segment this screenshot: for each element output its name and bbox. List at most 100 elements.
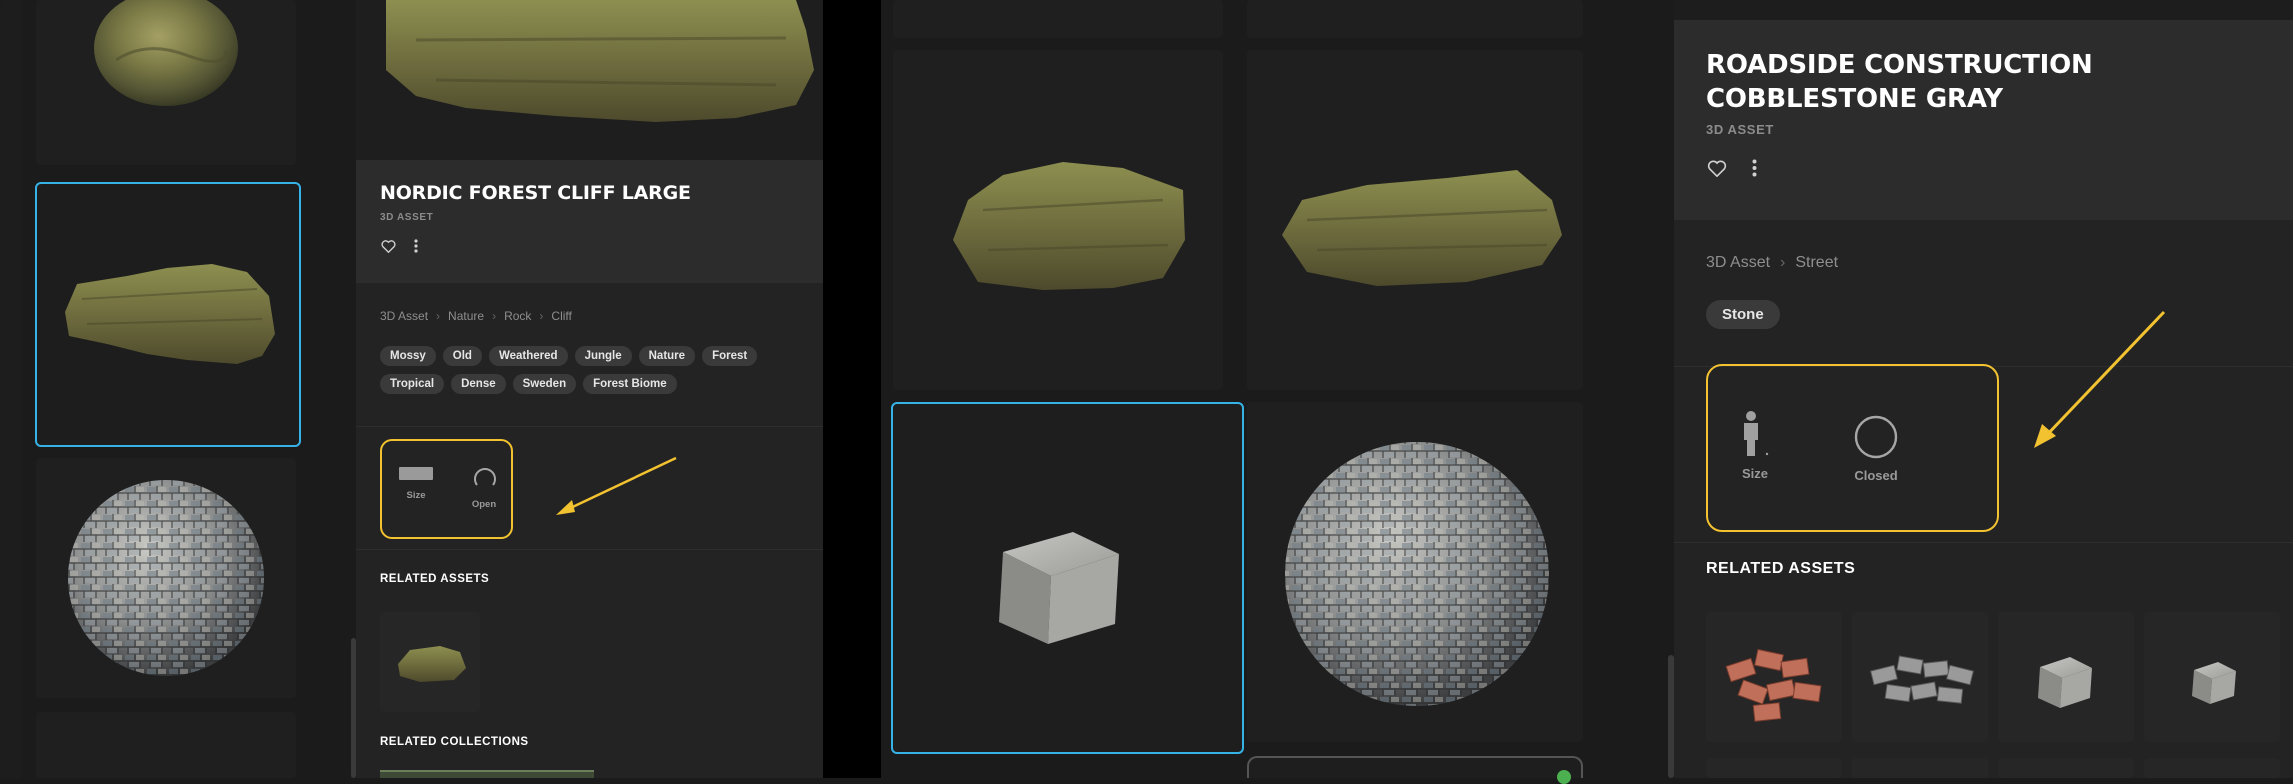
- asset-thumbnail-mossy-boulder[interactable]: [36, 0, 296, 165]
- related-assets-heading: RELATED ASSETS: [1706, 560, 1856, 577]
- tag-chip[interactable]: Tropical: [380, 374, 445, 394]
- tag-chip[interactable]: Jungle: [574, 346, 632, 366]
- asset-title: ROADSIDE CONSTRUCTION COBBLESTONE GRAY: [1706, 50, 2093, 114]
- floating-panel-edge: [1247, 756, 1583, 778]
- tag-chip[interactable]: Nature: [638, 346, 696, 366]
- related-asset-red-bricks[interactable]: [1706, 612, 1842, 742]
- metric-open-label: Open: [471, 499, 497, 510]
- asset-thumbnail-mossy-rock[interactable]: [893, 50, 1223, 390]
- tag-chip[interactable]: Forest Biome: [583, 374, 677, 394]
- left-screen: NORDIC FOREST CLIFF LARGE 3D ASSET 3D As…: [0, 0, 823, 778]
- asset-thumbnail-cobble-sphere[interactable]: [36, 458, 296, 698]
- related-collections-heading: RELATED COLLECTIONS: [380, 736, 529, 748]
- chevron-right-icon: ›: [1780, 254, 1786, 271]
- mossy-rock-image: [953, 162, 1185, 290]
- ruler-bar-icon: [399, 467, 433, 480]
- section-divider: [356, 426, 823, 427]
- tag-chip[interactable]: Weathered: [488, 346, 568, 366]
- breadcrumb: 3D Asset › Street: [1706, 254, 1838, 272]
- right-screen: ROADSIDE CONSTRUCTION COBBLESTONE GRAY 3…: [881, 0, 2293, 784]
- asset-header: NORDIC FOREST CLIFF LARGE 3D ASSET: [356, 160, 823, 283]
- chevron-right-icon: ›: [492, 309, 497, 323]
- metric-size-label: Size: [406, 490, 426, 501]
- asset-title: NORDIC FOREST CLIFF LARGE: [380, 182, 691, 204]
- asset-thumbnail-top-left[interactable]: [893, 0, 1223, 38]
- related-asset-stone-cube[interactable]: [1998, 612, 2134, 742]
- tag-chip[interactable]: Dense: [451, 374, 506, 394]
- asset-thumbnail-cobble-sphere-large[interactable]: [1247, 402, 1583, 742]
- asset-thumbnail-empty[interactable]: [36, 712, 296, 778]
- related-asset-thumbnail[interactable]: [380, 612, 480, 712]
- related-assets-heading: RELATED ASSETS: [380, 573, 490, 585]
- related-asset-gray-bricks[interactable]: [1852, 612, 1988, 742]
- chevron-right-icon: ›: [539, 309, 544, 323]
- metrics-highlight-box: Size Closed: [1706, 364, 1999, 532]
- related-asset-row2-1[interactable]: [1706, 758, 1842, 778]
- arrow-annotation: [556, 456, 677, 515]
- metrics-highlight-box: Size Open: [380, 439, 513, 539]
- related-asset-stone-cube-small[interactable]: [2144, 612, 2280, 742]
- related-cliff-image: [398, 646, 466, 682]
- tag-chip[interactable]: Stone: [1706, 300, 1780, 329]
- related-collection-thumbnail[interactable]: [380, 770, 594, 778]
- section-divider: [356, 549, 823, 550]
- asset-preview: [356, 0, 823, 160]
- closed-circle-icon: [1854, 415, 1898, 459]
- asset-thumbnail-nordic-cliff-selected[interactable]: [35, 182, 301, 447]
- tag-chip[interactable]: Forest: [702, 346, 758, 366]
- metric-size-label: Size: [1741, 466, 1768, 481]
- metric-size: Size: [396, 467, 436, 501]
- asset-detail-panel: NORDIC FOREST CLIFF LARGE 3D ASSET 3D As…: [356, 0, 823, 778]
- asset-type-label: 3D ASSET: [1706, 122, 1774, 137]
- breadcrumb-item-nature[interactable]: Nature: [448, 309, 484, 323]
- breadcrumb: 3D Asset › Nature › Rock › Cliff: [380, 309, 572, 323]
- section-divider: [1674, 542, 2293, 543]
- favorite-heart-icon[interactable]: [378, 236, 398, 256]
- open-circle-icon: [474, 468, 496, 486]
- mossy-boulder-image: [94, 0, 238, 106]
- breadcrumb-item-street[interactable]: Street: [1795, 254, 1838, 272]
- breadcrumb-item-rock[interactable]: Rock: [504, 309, 531, 323]
- moss-cliff-image: [1282, 170, 1562, 286]
- status-dot-icon: [1557, 770, 1571, 784]
- metric-closed-label: Closed: [1854, 468, 1898, 483]
- more-options-icon[interactable]: [1744, 155, 1764, 181]
- cliff-preview-image: [386, 0, 814, 122]
- tag-chip[interactable]: Old: [442, 346, 482, 366]
- related-asset-row2-4[interactable]: [2144, 758, 2280, 778]
- asset-type-label: 3D ASSET: [380, 212, 434, 223]
- cobble-sphere-image: [68, 480, 264, 676]
- stone-cube-small-image: [2192, 662, 2236, 704]
- asset-detail-panel: ROADSIDE CONSTRUCTION COBBLESTONE GRAY 3…: [1674, 0, 2293, 778]
- stone-cube-image: [2038, 657, 2092, 708]
- favorite-heart-icon[interactable]: [1704, 155, 1730, 181]
- tag-chip[interactable]: Sweden: [512, 374, 577, 394]
- metric-size: Size: [1730, 410, 1780, 481]
- tag-list: Stone: [1706, 300, 1780, 329]
- red-bricks-image: [1725, 648, 1822, 722]
- asset-thumbnail-top-right[interactable]: [1247, 0, 1583, 38]
- arrow-annotation: [2034, 310, 2166, 448]
- person-icon: [1744, 411, 1769, 456]
- chevron-right-icon: ›: [436, 309, 441, 323]
- cliff-image: [65, 264, 275, 364]
- breadcrumb-item-3d-asset[interactable]: 3D Asset: [1706, 254, 1770, 272]
- tag-list: Mossy Old Weathered Jungle Nature Forest…: [380, 346, 810, 394]
- related-asset-row2-2[interactable]: [1852, 758, 1988, 778]
- tag-chip[interactable]: Mossy: [380, 346, 436, 366]
- breadcrumb-item-3d-asset[interactable]: 3D Asset: [380, 309, 428, 323]
- asset-header: ROADSIDE CONSTRUCTION COBBLESTONE GRAY 3…: [1674, 20, 2293, 220]
- cobblestone-cube-image: [999, 532, 1119, 644]
- more-options-icon[interactable]: [408, 236, 424, 256]
- metric-open: Open: [464, 463, 504, 510]
- asset-thumbnail-cobblestone-cube-selected[interactable]: [891, 402, 1244, 754]
- asset-thumbnail-left-partial[interactable]: [0, 0, 22, 778]
- breadcrumb-item-cliff[interactable]: Cliff: [551, 309, 571, 323]
- gray-bricks-image: [1870, 655, 1974, 704]
- related-asset-row2-3[interactable]: [1998, 758, 2134, 778]
- cobble-sphere-large-image: [1285, 442, 1549, 706]
- screen-gutter: [823, 0, 881, 778]
- asset-thumbnail-moss-cliff[interactable]: [1247, 50, 1583, 390]
- panel-top-strip: [1674, 0, 2293, 20]
- metric-closed: Closed: [1848, 414, 1904, 483]
